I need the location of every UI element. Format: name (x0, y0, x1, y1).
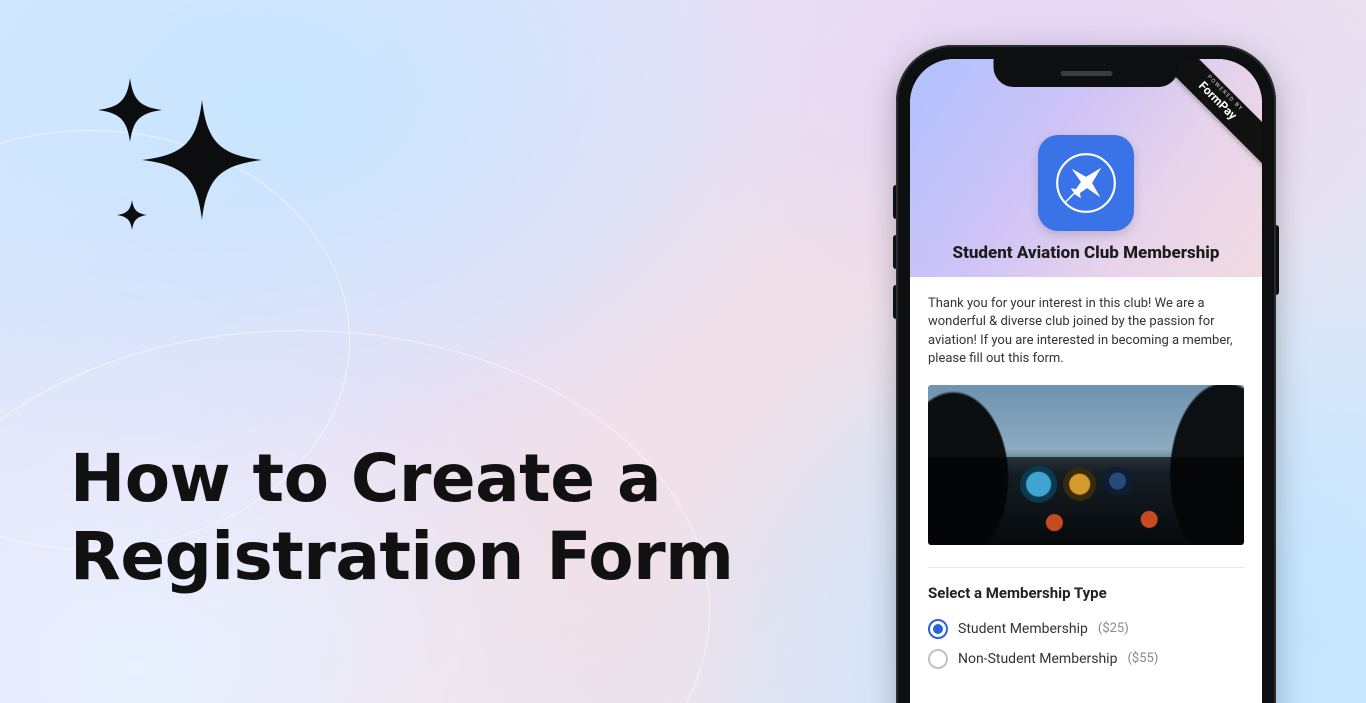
radio-option-student[interactable]: Student Membership ($25) (928, 614, 1244, 644)
membership-section-heading: Select a Membership Type (928, 584, 1244, 602)
form-header: POWERED BY FormPay (910, 59, 1262, 277)
radio-price: ($55) (1127, 651, 1158, 666)
radio-icon (928, 619, 948, 639)
form-body: Thank you for your interest in this club… (910, 277, 1262, 674)
form-title: Student Aviation Club Membership (939, 243, 1234, 263)
form-intro-text: Thank you for your interest in this club… (928, 295, 1244, 369)
radio-price: ($25) (1098, 621, 1129, 636)
sparkle-icon (70, 70, 290, 250)
radio-label: Student Membership (958, 621, 1088, 637)
phone-screen: POWERED BY FormPay (910, 59, 1262, 703)
phone-mockup: POWERED BY FormPay (896, 45, 1276, 703)
radio-label: Non-Student Membership (958, 651, 1117, 667)
radio-option-nonstudent[interactable]: Non-Student Membership ($55) (928, 644, 1244, 674)
page-headline: How to Create a Registration Form (70, 440, 830, 596)
hero-graphic: How to Create a Registration Form POWERE… (0, 0, 1366, 703)
phone-notch (994, 59, 1179, 87)
divider (928, 567, 1244, 568)
form-hero-image (928, 385, 1244, 545)
airplane-icon (1038, 135, 1134, 231)
radio-icon (928, 649, 948, 669)
